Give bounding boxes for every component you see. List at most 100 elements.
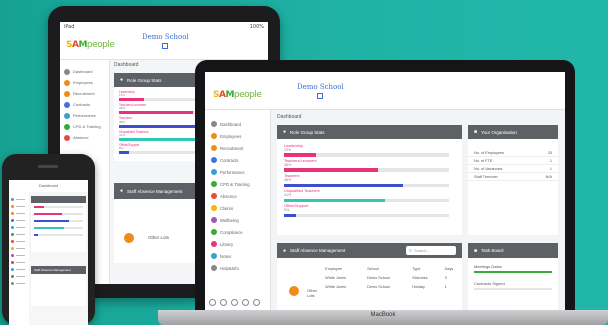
table-cell: Sickness [412, 275, 428, 280]
bar-track [284, 183, 449, 188]
sam-people-logo[interactable]: SAMpeople [66, 40, 115, 50]
sidebar-item-label: Performance [220, 169, 245, 175]
nav-line [16, 269, 25, 270]
sidebar-item-help-info[interactable]: Help&Info [205, 262, 270, 274]
settings-icon[interactable] [242, 299, 249, 306]
phone-device: Dashboard Staff Absence Management [2, 154, 95, 325]
sidebar-item-wellbeing[interactable]: Wellbeing [205, 214, 270, 226]
nav-line [16, 276, 25, 277]
org-stat-row: No. of Vacancies 1 [468, 165, 558, 173]
sidebar-item-label: Contracts [220, 157, 239, 163]
bar-fill [34, 220, 70, 222]
school-crest-icon [317, 92, 324, 99]
sidebar-item-recruitment[interactable]: Recruitment [205, 142, 270, 154]
nav-icon [11, 219, 14, 222]
bar-percent: 48% [284, 177, 292, 182]
absence-header: ● Staff Absence Management ⚲ Search... [277, 243, 462, 258]
task-label[interactable]: Meetings Dates [474, 264, 552, 269]
sidebar-item[interactable] [9, 224, 29, 231]
column-header[interactable]: Days [441, 264, 462, 273]
sidebar-item[interactable] [9, 273, 29, 280]
phone-screen: Dashboard Staff Absence Management [9, 180, 88, 325]
sidebar-item-employees[interactable]: Employees [205, 130, 270, 142]
organisation-panel: ■ Your Organisation No. of Employees 33 No.… [468, 125, 558, 235]
table-row[interactable]: White Jones Demo School Holiday 1 [321, 282, 462, 291]
sidebar-item-label: CPD & Training [220, 181, 250, 187]
sidebar-item-cpd-training[interactable]: CPD & Training [205, 178, 270, 190]
nav-line [16, 255, 25, 256]
status-right: 100% [249, 24, 264, 30]
logout-icon[interactable] [253, 299, 260, 306]
nav-line [16, 220, 25, 221]
sidebar-item-absence[interactable]: Absence [60, 132, 109, 143]
bar-track [284, 198, 449, 203]
sidebar-item-contracts[interactable]: Contracts [60, 99, 109, 110]
nav-icon [11, 233, 14, 236]
sam-people-logo[interactable]: SAMpeople [213, 90, 262, 100]
sidebar-item-library[interactable]: Library [205, 238, 270, 250]
bar-fill [34, 227, 65, 229]
sidebar-item-contracts[interactable]: Contracts [205, 154, 270, 166]
help-info-icon [211, 265, 217, 271]
sidebar-item[interactable] [9, 196, 29, 203]
users-icon: ● [120, 188, 124, 195]
sidebar-item-dashboard[interactable]: Dashboard [205, 118, 270, 130]
sidebar-item-dashboard[interactable]: Dashboard [60, 66, 109, 77]
user-icon[interactable] [220, 299, 227, 306]
building-icon: ■ [474, 129, 478, 135]
bar-fill [119, 111, 194, 115]
table-row[interactable]: White Jones Demo School Sickness 3 [321, 273, 462, 282]
sidebar-item-recruitment[interactable]: Recruitment [60, 88, 109, 99]
sidebar-item-employees[interactable]: Employees [60, 77, 109, 88]
sidebar-item-label: Dashboard [73, 69, 93, 74]
sidebar-footer-icons [209, 299, 260, 306]
bar-track [284, 213, 449, 218]
sidebar-item[interactable] [9, 203, 29, 210]
sidebar-item[interactable] [9, 245, 29, 252]
column-header[interactable]: Employee [321, 264, 363, 273]
task-board-panel: ■ Task Board Meetings Dates Contracts Sign… [468, 243, 558, 312]
laptop-main: Dashboard ● Role Group Stats Leadership 13… [277, 114, 565, 312]
sidebar-item[interactable] [9, 259, 29, 266]
bar-fill [34, 213, 62, 215]
users-icon: ● [120, 77, 124, 83]
cpd-training-icon [64, 123, 70, 130]
recruitment-icon [211, 145, 217, 151]
sidebar-item-label: Recruitment [73, 91, 95, 96]
home-icon[interactable] [209, 299, 216, 306]
bar-fill [284, 213, 297, 218]
sidebar-item-compliance[interactable]: Compliance [205, 226, 270, 238]
absence-panel: ● Staff Absence Management ⚲ Search... Oth… [277, 243, 462, 312]
sidebar-item-claims[interactable]: Claims [205, 202, 270, 214]
sidebar-item[interactable] [9, 238, 29, 245]
sidebar-item-cpd-training[interactable]: CPD & Training [60, 121, 109, 132]
school-name[interactable]: Demo School [297, 83, 344, 101]
sidebar-item[interactable] [9, 266, 29, 273]
bar-fill [34, 234, 38, 236]
sidebar-item-performance[interactable]: Performance [60, 110, 109, 121]
dashboard-icon [64, 68, 70, 75]
mail-icon[interactable] [231, 299, 238, 306]
column-header[interactable]: Type [408, 264, 440, 273]
sidebar-item[interactable] [9, 210, 29, 217]
nav-line [16, 262, 25, 263]
absence-user: Other Lots [148, 235, 170, 241]
sidebar-item-notes[interactable]: Notes [205, 250, 270, 262]
absence-user-block: Other Lots [277, 264, 321, 298]
absence-table: Employee School Type Days White Jones Demo S… [321, 264, 462, 291]
org-stat-row: No. of FTE 1 [468, 157, 558, 165]
search-input[interactable]: ⚲ Search... [406, 246, 456, 255]
sidebar-item-absence[interactable]: Absence [205, 190, 270, 202]
school-name[interactable]: Demo School [142, 33, 189, 51]
column-header[interactable]: School [363, 264, 408, 273]
sidebar-item-performance[interactable]: Performance [205, 166, 270, 178]
task-label[interactable]: Contracts Signed [474, 281, 552, 286]
sidebar-item[interactable] [9, 231, 29, 238]
nav-icon [11, 205, 14, 208]
sidebar-item[interactable] [9, 252, 29, 259]
sidebar-item-label: Performance [73, 113, 96, 118]
table-cell: Demo School [367, 275, 390, 280]
absence-icon [64, 134, 70, 141]
sidebar-item[interactable] [9, 280, 29, 287]
sidebar-item[interactable] [9, 217, 29, 224]
